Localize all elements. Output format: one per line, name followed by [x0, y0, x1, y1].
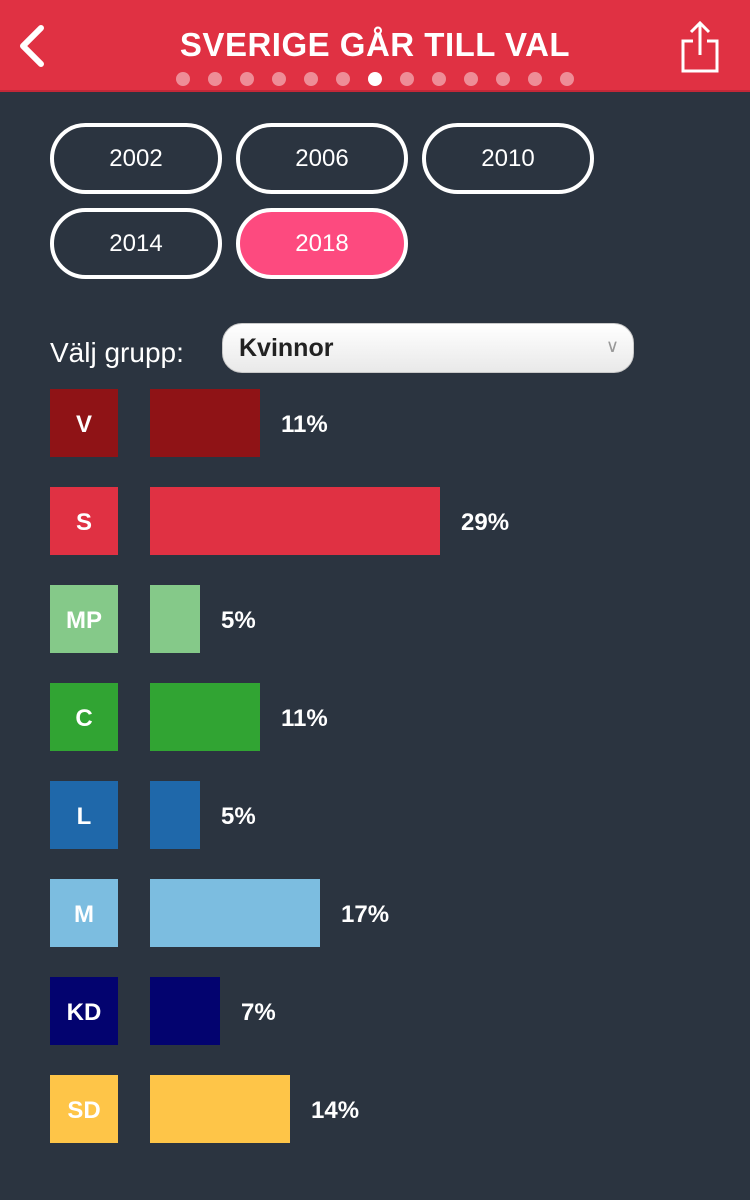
- bar-kd: [150, 977, 220, 1045]
- value-label-l: 5%: [221, 803, 256, 830]
- party-label-c: C: [75, 705, 92, 732]
- bar-s: [150, 487, 440, 555]
- party-label-sd: SD: [67, 1097, 100, 1124]
- value-label-v: 11%: [281, 411, 328, 438]
- party-label-v: V: [76, 411, 92, 438]
- bar-l: [150, 781, 200, 849]
- party-label-l: L: [77, 803, 92, 830]
- value-label-kd: 7%: [241, 999, 276, 1026]
- bar-v: [150, 389, 260, 457]
- value-label-s: 29%: [461, 509, 509, 536]
- value-label-mp: 5%: [221, 607, 256, 634]
- party-label-mp: MP: [66, 607, 102, 634]
- value-label-sd: 14%: [311, 1097, 359, 1124]
- party-label-s: S: [76, 509, 92, 536]
- value-label-c: 11%: [281, 705, 328, 732]
- party-label-m: M: [74, 901, 94, 928]
- bar-c: [150, 683, 260, 751]
- bar-mp: [150, 585, 200, 653]
- party-label-kd: KD: [67, 999, 102, 1026]
- bar-sd: [150, 1075, 290, 1143]
- bar-m: [150, 879, 320, 947]
- party-bar-chart: V 11% S 29% MP 5% C 11% L 5% M 17% KD 7% SD 14%: [50, 389, 509, 1143]
- value-label-m: 17%: [341, 901, 389, 928]
